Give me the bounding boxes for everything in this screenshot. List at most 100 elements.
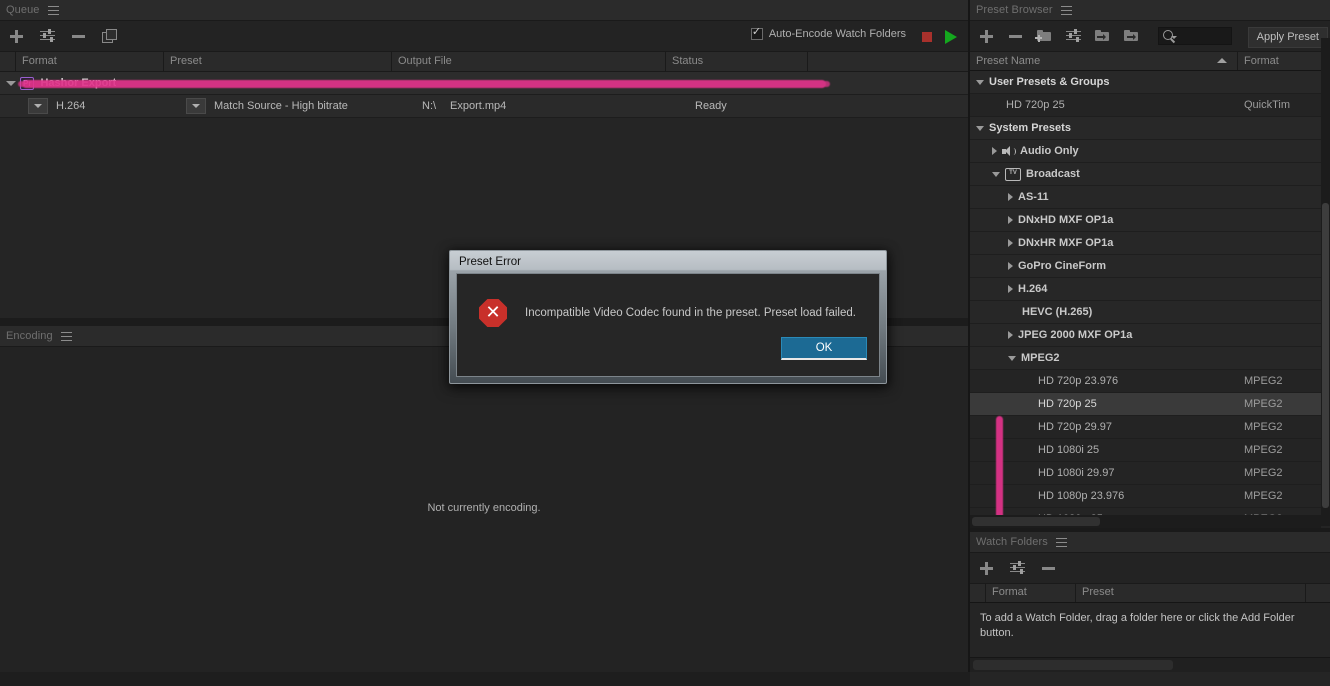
preset-row-label: HD 720p 25: [1038, 398, 1097, 410]
preset-row[interactable]: HD 1080i 25 MPEG2: [970, 439, 1330, 462]
disclosure-collapsed-icon[interactable]: [1008, 193, 1013, 201]
preset-row[interactable]: JPEG 2000 MXF OP1a: [970, 324, 1330, 347]
preset-row-label: User Presets & Groups: [989, 76, 1110, 88]
disclosure-expanded-icon[interactable]: [976, 79, 984, 85]
watch-folders-scroll-thumb[interactable]: [973, 660, 1173, 670]
queue-group-disclosure-icon[interactable]: [6, 80, 16, 86]
import-preset-button[interactable]: [1094, 28, 1111, 45]
preset-col-format[interactable]: Format: [1238, 55, 1330, 67]
preset-row-name: TV Broadcast: [970, 167, 1244, 181]
watch-folders-horizontal-scrollbar[interactable]: [970, 657, 1330, 672]
preset-browser-panel-menu-icon[interactable]: [1060, 5, 1072, 15]
preset-search-input[interactable]: [1158, 27, 1232, 45]
preset-row[interactable]: GoPro CineForm: [970, 255, 1330, 278]
media-encoder-window: Queue Auto-Encode Watch Folders Format P…: [0, 0, 1330, 686]
disclosure-collapsed-icon[interactable]: [1008, 331, 1013, 339]
disclosure-collapsed-icon[interactable]: [1008, 239, 1013, 247]
preset-row[interactable]: H.264: [970, 278, 1330, 301]
preset-vertical-scroll-thumb[interactable]: [1322, 203, 1329, 508]
queue-format-dropdown[interactable]: [28, 98, 48, 114]
preset-horizontal-scrollbar[interactable]: [970, 515, 1321, 528]
preset-col-name[interactable]: Preset Name: [970, 52, 1238, 70]
duplicate-source-button[interactable]: [101, 28, 118, 45]
watch-folders-panel-menu-icon[interactable]: [1055, 537, 1067, 547]
export-preset-button[interactable]: [1123, 28, 1140, 45]
queue-col-output-file[interactable]: Output File: [392, 52, 666, 71]
auto-encode-checkbox-box[interactable]: [750, 25, 763, 40]
wf-col-format[interactable]: Format: [986, 584, 1076, 602]
sort-ascending-icon[interactable]: [1217, 58, 1227, 63]
queue-col-format[interactable]: Format: [16, 52, 164, 71]
stop-queue-button[interactable]: [922, 32, 932, 42]
remove-watch-folder-button[interactable]: [1040, 560, 1057, 577]
preset-horizontal-scroll-thumb[interactable]: [972, 517, 1100, 526]
queue-tabbar: Queue: [0, 0, 968, 21]
preset-row[interactable]: TV Broadcast: [970, 163, 1330, 186]
preset-row[interactable]: AS-11: [970, 186, 1330, 209]
queue-item-output-file[interactable]: Export.mp4: [450, 100, 695, 112]
watch-folders-panel: Watch Folders Format Preset To add a Wat…: [970, 532, 1330, 686]
queue-col-status[interactable]: Status: [666, 52, 808, 71]
dialog-ok-button[interactable]: OK: [781, 337, 867, 360]
disclosure-expanded-icon[interactable]: [992, 171, 1000, 177]
apply-preset-button[interactable]: Apply Preset: [1247, 27, 1328, 48]
disclosure-expanded-icon[interactable]: [976, 125, 984, 131]
preset-row[interactable]: HD 1080p 23.976 MPEG2: [970, 485, 1330, 508]
preset-row[interactable]: MPEG2: [970, 347, 1330, 370]
preset-row[interactable]: DNxHD MXF OP1a: [970, 209, 1330, 232]
preset-row[interactable]: User Presets & Groups: [970, 71, 1330, 94]
encoding-panel-menu-icon[interactable]: [60, 331, 72, 341]
preset-browser-panel: Preset Browser Apply Preset Preset Name: [970, 0, 1330, 534]
auto-encode-watch-folders-checkbox[interactable]: Auto-Encode Watch Folders: [750, 25, 906, 40]
queue-preset-dropdown[interactable]: [186, 98, 206, 114]
add-source-button[interactable]: [8, 28, 25, 45]
new-folder-button[interactable]: [1035, 28, 1053, 45]
queue-panel-menu-icon[interactable]: [47, 5, 59, 15]
new-preset-button[interactable]: [978, 28, 995, 45]
watch-folders-tabbar: Watch Folders: [970, 532, 1330, 553]
preset-vertical-scrollbar[interactable]: [1321, 38, 1330, 526]
watch-folders-tab-label[interactable]: Watch Folders: [976, 536, 1056, 548]
disclosure-collapsed-icon[interactable]: [1008, 216, 1013, 224]
preset-error-dialog: Preset Error ✕ Incompatible Video Codec …: [449, 250, 887, 384]
preset-row[interactable]: HEVC (H.265): [970, 301, 1330, 324]
queue-item-preset[interactable]: Match Source - High bitrate: [206, 100, 422, 112]
preset-row[interactable]: HD 720p 23.976 MPEG2: [970, 370, 1330, 393]
queue-tab-label[interactable]: Queue: [6, 4, 48, 16]
preset-browser-tab-label[interactable]: Preset Browser: [976, 4, 1061, 16]
watch-folder-settings-button[interactable]: [1009, 560, 1026, 577]
preset-row-label: DNxHD MXF OP1a: [1018, 214, 1114, 226]
delete-preset-button[interactable]: [1007, 28, 1024, 45]
preset-row[interactable]: HD 720p 25 QuickTim: [970, 94, 1330, 117]
disclosure-collapsed-icon[interactable]: [1008, 262, 1013, 270]
preset-row[interactable]: System Presets: [970, 117, 1330, 140]
disclosure-collapsed-icon[interactable]: [992, 147, 997, 155]
encoding-tab-label[interactable]: Encoding: [6, 330, 61, 342]
disclosure-expanded-icon[interactable]: [1008, 355, 1016, 361]
start-queue-button[interactable]: [945, 30, 957, 44]
queue-preset-settings-button[interactable]: [39, 28, 56, 45]
disclosure-collapsed-icon[interactable]: [1008, 285, 1013, 293]
preset-row[interactable]: HD 1080i 29.97 MPEG2: [970, 462, 1330, 485]
preset-row[interactable]: DNxHR MXF OP1a: [970, 232, 1330, 255]
preset-row[interactable]: Audio Only: [970, 140, 1330, 163]
preset-row-format: MPEG2: [1244, 398, 1283, 410]
queue-item-output-drive: N:\: [422, 100, 437, 112]
add-watch-folder-button[interactable]: [978, 560, 995, 577]
preset-row-name: Audio Only: [970, 145, 1244, 157]
preset-row[interactable]: HD 720p 25 MPEG2: [970, 393, 1330, 416]
preset-row[interactable]: HD 720p 29.97 MPEG2: [970, 416, 1330, 439]
queue-item-row[interactable]: H.264 Match Source - High bitrate N:\ Ex…: [0, 95, 968, 118]
wf-col-preset[interactable]: Preset: [1076, 584, 1306, 602]
preset-row-name: MPEG2: [970, 352, 1244, 364]
preset-row-format: QuickTim: [1244, 99, 1291, 111]
preset-settings-button[interactable]: [1065, 28, 1082, 45]
preset-row-name: DNxHD MXF OP1a: [970, 214, 1244, 226]
remove-source-button[interactable]: [70, 28, 87, 45]
queue-col-preset[interactable]: Preset: [164, 52, 392, 71]
